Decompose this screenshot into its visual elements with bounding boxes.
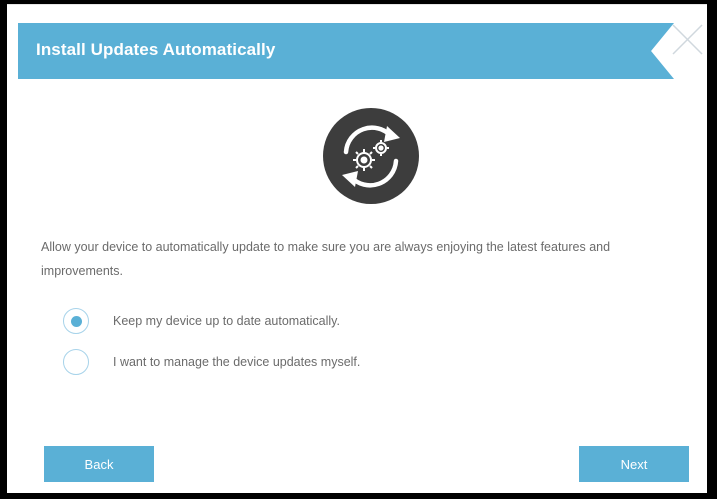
update-dialog: Install Updates Automatically Allow your… [7,4,707,493]
radio-auto-update[interactable] [63,308,89,334]
option-auto-update-label: Keep my device up to date automatically. [113,314,340,328]
option-auto-update[interactable]: Keep my device up to date automatically. [63,306,340,336]
update-description: Allow your device to automatically updat… [41,240,611,278]
option-manual-update[interactable]: I want to manage the device updates myse… [63,347,360,377]
header-banner: Install Updates Automatically [18,23,674,79]
next-button[interactable]: Next [579,446,689,482]
radio-selected-dot [70,315,82,327]
back-button[interactable]: Back [44,446,154,482]
option-manual-update-label: I want to manage the device updates myse… [113,355,361,369]
radio-manual-update[interactable] [63,349,89,375]
dialog-title: Install Updates Automatically [36,40,276,59]
auto-update-icon [321,106,421,206]
close-button[interactable] [669,21,707,59]
close-icon [672,24,703,55]
